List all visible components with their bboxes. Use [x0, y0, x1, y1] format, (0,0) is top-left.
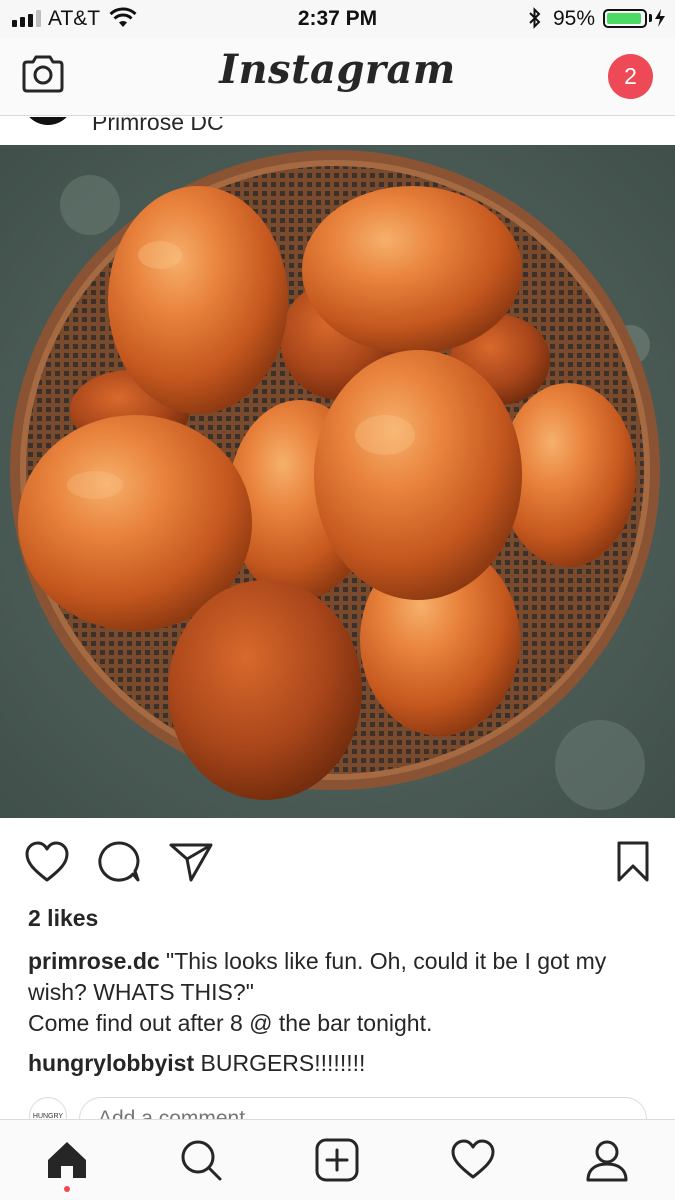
post-caption: primrose.dc "This looks like fun. Oh, co… — [28, 946, 658, 1008]
likes-count[interactable]: 2 likes — [28, 905, 98, 932]
caption-text-line2: Come find out after 8 @ the bar tonight. — [28, 1010, 433, 1036]
home-icon[interactable] — [44, 1138, 90, 1182]
notification-badge[interactable]: 2 — [608, 54, 653, 99]
top-header: Instagram 2 — [0, 38, 675, 116]
charging-icon — [655, 9, 665, 27]
bottom-tab-bar — [0, 1119, 675, 1200]
battery-percent: 95% — [553, 7, 596, 30]
comment-icon[interactable] — [97, 840, 141, 884]
comment-username[interactable]: hungrylobbyist — [28, 1050, 194, 1076]
post-header: Primrose DC — [0, 117, 675, 145]
status-bar: AT&T 2:37 PM 95% — [0, 0, 675, 38]
caption-username[interactable]: primrose.dc — [28, 948, 160, 974]
add-comment-input[interactable] — [79, 1097, 647, 1120]
search-icon[interactable] — [178, 1138, 224, 1182]
add-comment-row: HUNGRY — [0, 1092, 675, 1120]
share-icon[interactable] — [168, 840, 214, 884]
bluetooth-icon — [529, 7, 541, 29]
commenter-avatar: HUNGRY — [29, 1097, 67, 1120]
post-photo[interactable] — [0, 145, 675, 818]
post-avatar[interactable] — [22, 117, 74, 125]
profile-icon[interactable] — [584, 1138, 630, 1182]
heart-icon[interactable] — [24, 840, 70, 884]
active-tab-dot — [64, 1186, 70, 1192]
comment-text: BURGERS!!!!!!!! — [194, 1050, 366, 1076]
bookmark-icon[interactable] — [614, 840, 652, 884]
comment-row: hungrylobbyist BURGERS!!!!!!!! — [28, 1048, 658, 1079]
instagram-logo: Instagram — [219, 46, 456, 93]
battery-icon — [603, 9, 647, 28]
post-actions — [0, 830, 675, 894]
post-username[interactable]: Primrose DC — [92, 117, 224, 136]
battery-tip — [649, 14, 652, 22]
add-post-icon[interactable] — [314, 1138, 360, 1182]
activity-heart-icon[interactable] — [450, 1138, 496, 1182]
